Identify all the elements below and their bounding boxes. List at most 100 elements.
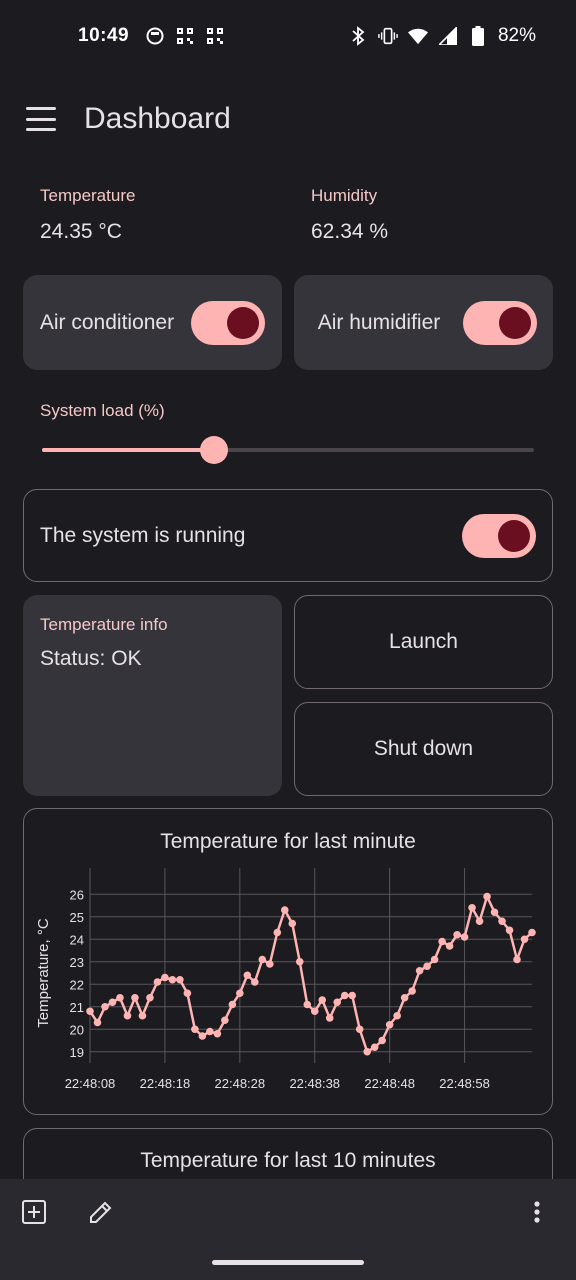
launch-button[interactable]: Launch	[294, 595, 553, 689]
temperature-status: Status: OK	[40, 647, 142, 670]
temperature-info-title: Temperature info	[40, 615, 168, 634]
data-point	[273, 928, 282, 937]
temperature-info-card: Temperature info Status: OK	[23, 595, 282, 796]
air-conditioner-label: Air conditioner	[39, 310, 175, 334]
data-point	[251, 978, 259, 986]
data-point	[183, 989, 192, 998]
bluetooth-icon	[348, 26, 368, 46]
notification-face-icon	[145, 26, 165, 46]
system-running-label: The system is running	[40, 523, 246, 547]
qr-code-icon	[175, 26, 195, 46]
data-point	[430, 955, 439, 964]
data-point	[333, 998, 342, 1007]
status-bar: 10:49 82%	[0, 0, 576, 72]
add-box-icon[interactable]	[21, 1199, 47, 1225]
data-point	[498, 917, 506, 926]
vibrate-icon	[378, 26, 398, 46]
data-point	[378, 1036, 386, 1045]
system-load-slider[interactable]	[42, 436, 534, 464]
data-point	[310, 1007, 319, 1016]
data-point	[213, 1029, 222, 1038]
chart2-title: Temperature for last 10 minutes	[140, 1149, 436, 1172]
more-vert-icon[interactable]	[524, 1199, 550, 1225]
temperature-line-chart: 19 20 21 22 23 24 25 26 22:48:08 22:48:18 22:48:28…	[35, 868, 536, 1091]
y-tick-label: 19	[70, 1045, 84, 1060]
wifi-icon	[407, 26, 428, 46]
series-line	[88, 895, 533, 1053]
data-point	[131, 993, 139, 1002]
edit-pencil-icon[interactable]	[88, 1199, 114, 1225]
data-point	[123, 1011, 132, 1020]
data-point	[325, 1014, 334, 1022]
data-point	[393, 1011, 401, 1020]
data-point	[468, 903, 476, 912]
data-point	[191, 1025, 199, 1034]
y-tick-label: 21	[70, 1000, 84, 1015]
air-humidifier-card: Air humidifier	[294, 275, 553, 370]
top-app-bar: Dashboard	[0, 88, 576, 150]
y-tick-label: 24	[70, 932, 84, 947]
data-point	[445, 942, 454, 950]
switch-thumb	[227, 306, 259, 339]
data-point	[93, 1018, 102, 1027]
data-point	[423, 962, 431, 971]
x-tick-label: 22:48:28	[215, 1076, 266, 1091]
y-tick-label: 20	[70, 1022, 84, 1037]
data-point	[198, 1032, 207, 1040]
clock: 10:49	[78, 25, 130, 46]
air-conditioner-card: Air conditioner	[23, 275, 282, 370]
data-point	[528, 928, 536, 937]
data-point	[153, 978, 162, 986]
air-conditioner-switch[interactable]	[191, 300, 265, 345]
data-point	[101, 1002, 109, 1011]
data-point	[520, 935, 529, 944]
data-point	[408, 987, 416, 995]
battery-percent: 82%	[497, 25, 536, 46]
y-tick-label: 25	[70, 910, 84, 925]
data-point	[483, 892, 491, 901]
data-point	[340, 991, 349, 1000]
data-point	[318, 996, 327, 1004]
x-tick-label: 22:48:48	[364, 1076, 415, 1091]
data-point	[453, 930, 461, 939]
data-point	[363, 1047, 371, 1056]
data-point	[86, 1007, 94, 1016]
temperature-minute-chart-card: Temperature for last minute 19 20 21 22 23 24…	[23, 808, 553, 1115]
switch-thumb	[498, 519, 530, 552]
y-tick-label: 23	[70, 955, 84, 970]
y-tick-label: 26	[70, 887, 84, 902]
page-title: Dashboard	[84, 102, 231, 135]
data-point	[108, 998, 117, 1007]
switch-thumb	[499, 306, 531, 339]
data-point	[280, 906, 289, 914]
air-humidifier-switch[interactable]	[463, 300, 537, 345]
x-tick-label: 22:48:08	[65, 1076, 116, 1091]
data-point	[146, 993, 154, 1002]
shut-down-button[interactable]: Shut down	[294, 702, 553, 796]
temperature-label: Temperature	[40, 186, 136, 205]
data-point	[116, 993, 124, 1002]
data-point	[385, 1020, 394, 1029]
data-point	[228, 1000, 237, 1009]
system-running-switch[interactable]	[462, 513, 536, 558]
data-point	[490, 908, 499, 917]
humidity-label: Humidity	[311, 186, 378, 205]
humidity-reading: Humidity 62.34 %	[311, 186, 388, 244]
system-running-card: The system is running	[23, 489, 553, 582]
data-point	[288, 919, 297, 928]
menu-icon[interactable]	[26, 107, 56, 131]
data-point	[161, 973, 169, 982]
gesture-handle	[212, 1260, 364, 1265]
data-point	[206, 1027, 214, 1036]
data-point	[460, 933, 469, 941]
data-point	[176, 975, 184, 984]
cell-signal-icon	[438, 26, 458, 46]
data-point	[400, 993, 409, 1002]
data-point	[236, 989, 244, 998]
battery-icon	[468, 26, 488, 46]
y-tick-label: 22	[70, 977, 84, 992]
slider-thumb[interactable]	[200, 436, 229, 464]
system-load-label: System load (%)	[40, 401, 165, 420]
chart-title: Temperature for last minute	[160, 830, 416, 853]
x-tick-label: 22:48:18	[140, 1076, 191, 1091]
